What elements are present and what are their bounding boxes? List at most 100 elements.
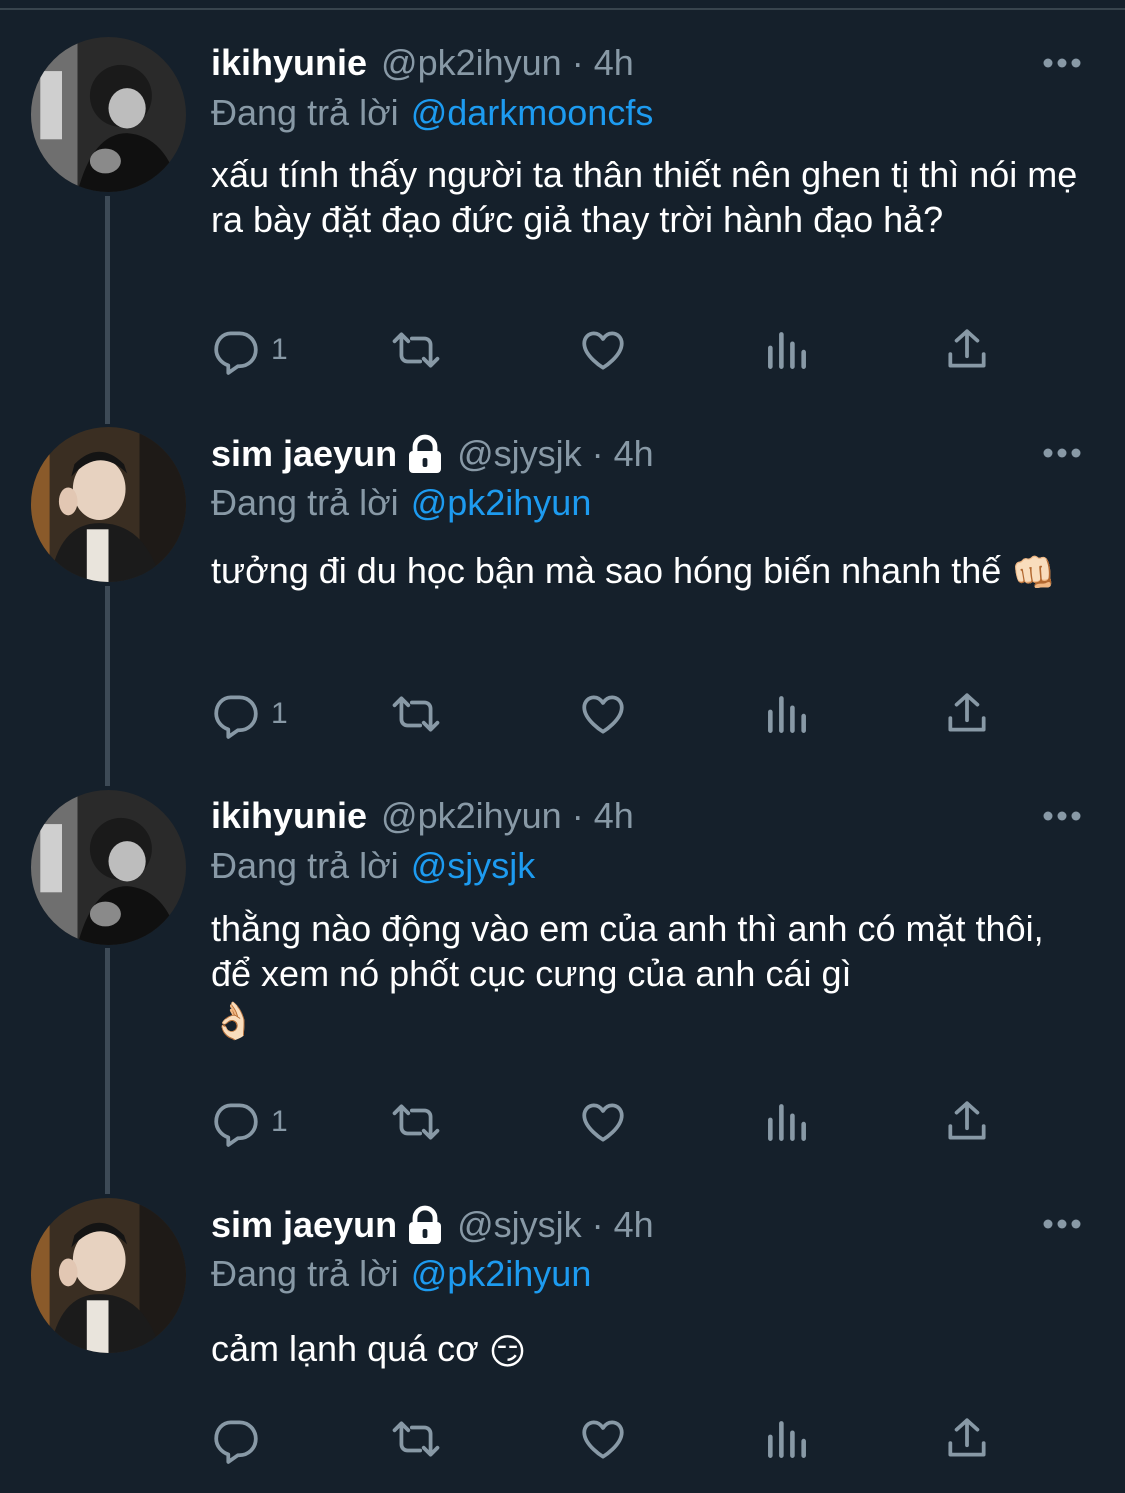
- top-divider: [0, 8, 1125, 10]
- views-button[interactable]: [762, 1411, 812, 1467]
- tweet-text: cảm lạnh quá cơ 😏: [211, 1326, 1091, 1374]
- tweet-text: xấu tính thấy người ta thân thiết nên gh…: [211, 152, 1091, 242]
- thread-connector: [105, 196, 110, 424]
- more-horizontal-icon[interactable]: [1042, 810, 1082, 822]
- tweet-text: thằng nào động vào em của anh thì anh có…: [211, 906, 1091, 1043]
- timestamp[interactable]: 4h: [614, 433, 654, 475]
- replying-to-mention[interactable]: @pk2ihyun: [411, 1253, 592, 1295]
- avatar[interactable]: [31, 427, 186, 582]
- handle[interactable]: @pk2ihyun: [381, 795, 562, 837]
- views-button[interactable]: [762, 1094, 812, 1150]
- replying-to-label: Đang trả lời: [211, 1253, 399, 1294]
- share-button[interactable]: [942, 686, 992, 742]
- replying-to-label: Đang trả lời: [211, 482, 399, 523]
- replying-to-label: Đang trả lời: [211, 845, 399, 886]
- tweet-actions: 1: [211, 322, 1011, 378]
- display-name[interactable]: ikihyunie: [211, 42, 367, 84]
- replying-to-mention[interactable]: @darkmooncfs: [411, 92, 654, 134]
- reply-icon: [214, 1103, 258, 1147]
- thread-connector: [105, 948, 110, 1194]
- ok-hand-emoji: 👌🏻: [211, 1000, 256, 1041]
- tweet-header: ikihyunie @pk2ihyun · 4h: [211, 38, 634, 88]
- timestamp[interactable]: 4h: [594, 42, 634, 84]
- replying-to-label: Đang trả lời: [211, 92, 399, 133]
- tweet-header: sim jaeyun @sjysjk · 4h: [211, 429, 654, 479]
- tweet-text-content: cảm lạnh quá cơ: [211, 1328, 479, 1369]
- share-button[interactable]: [942, 1094, 992, 1150]
- like-button[interactable]: [578, 686, 628, 742]
- retweet-button[interactable]: [391, 1094, 441, 1150]
- heart-icon: [582, 1420, 624, 1459]
- heart-icon: [582, 1103, 624, 1142]
- replying-to: Đang trả lời @pk2ihyun: [211, 479, 591, 527]
- avatar-photo-portrait: [31, 1198, 186, 1353]
- reply-button[interactable]: 1: [211, 686, 288, 742]
- handle[interactable]: @sjysjk: [457, 1204, 582, 1246]
- retweet-button[interactable]: [391, 322, 441, 378]
- retweet-button[interactable]: [391, 686, 441, 742]
- thread-screen: ikihyunie @pk2ihyun · 4h Đang trả lời @d…: [0, 0, 1125, 1493]
- avatar-photo-portrait: [31, 427, 186, 582]
- reply-icon: [214, 695, 258, 739]
- reply-button[interactable]: 1: [211, 322, 288, 378]
- views-button[interactable]: [762, 322, 812, 378]
- retweet-button[interactable]: [391, 1411, 441, 1467]
- avatar[interactable]: [31, 37, 186, 192]
- tweet-header: sim jaeyun @sjysjk · 4h: [211, 1200, 654, 1250]
- smirk-emoji: 😏: [488, 1330, 527, 1372]
- avatar-photo-dark: [31, 37, 186, 192]
- replying-to: Đang trả lời @darkmooncfs: [211, 89, 653, 137]
- share-button[interactable]: [942, 1411, 992, 1467]
- timestamp[interactable]: 4h: [594, 795, 634, 837]
- avatar[interactable]: [31, 790, 186, 945]
- tweet-text: tưởng đi du học bận mà sao hóng biến nha…: [211, 543, 1061, 601]
- reply-button[interactable]: [211, 1411, 271, 1467]
- separator-dot: ·: [591, 1204, 604, 1245]
- tweet-actions: 1: [211, 1094, 1011, 1150]
- lock-icon: [409, 434, 442, 473]
- analytics-icon: [768, 696, 806, 733]
- lock-icon: [409, 1205, 442, 1244]
- analytics-icon: [768, 1104, 806, 1141]
- more-horizontal-icon[interactable]: [1042, 447, 1082, 459]
- like-button[interactable]: [578, 322, 628, 378]
- display-name[interactable]: ikihyunie: [211, 795, 367, 837]
- reply-icon: [214, 331, 258, 375]
- like-button[interactable]: [578, 1411, 628, 1467]
- tweet-actions: [211, 1411, 1011, 1467]
- more-horizontal-icon[interactable]: [1042, 57, 1082, 69]
- replying-to-mention[interactable]: @pk2ihyun: [411, 482, 592, 524]
- share-button[interactable]: [942, 322, 992, 378]
- heart-icon: [582, 331, 624, 370]
- handle[interactable]: @pk2ihyun: [381, 42, 562, 84]
- avatar-photo-dark: [31, 790, 186, 945]
- like-button[interactable]: [578, 1094, 628, 1150]
- views-button[interactable]: [762, 686, 812, 742]
- separator-dot: ·: [571, 42, 584, 83]
- reply-count: 1: [271, 1105, 288, 1138]
- replying-to: Đang trả lời @sjysjk: [211, 842, 535, 890]
- reply-button[interactable]: 1: [211, 1094, 288, 1150]
- share-icon: [948, 1101, 986, 1140]
- handle[interactable]: @sjysjk: [457, 433, 582, 475]
- reply-count: 1: [271, 333, 288, 366]
- thread-connector: [105, 586, 110, 786]
- tweet-header: ikihyunie @pk2ihyun · 4h: [211, 791, 634, 841]
- tweet-actions: 1: [211, 686, 1011, 742]
- tweet-text-content: xấu tính thấy người ta thân thiết nên gh…: [211, 154, 1078, 240]
- display-name[interactable]: sim jaeyun: [211, 433, 397, 475]
- tweet-text-content: tưởng đi du học bận mà sao hóng biến nha…: [211, 550, 1002, 591]
- tweet-text-content: thằng nào động vào em của anh thì anh có…: [211, 908, 1044, 994]
- heart-icon: [582, 695, 624, 734]
- avatar[interactable]: [31, 1198, 186, 1353]
- more-horizontal-icon[interactable]: [1042, 1218, 1082, 1230]
- replying-to: Đang trả lời @pk2ihyun: [211, 1250, 591, 1298]
- timestamp[interactable]: 4h: [614, 1204, 654, 1246]
- share-icon: [948, 329, 986, 368]
- retweet-icon: [392, 1104, 440, 1140]
- display-name[interactable]: sim jaeyun: [211, 1204, 397, 1246]
- retweet-icon: [392, 696, 440, 732]
- retweet-icon: [392, 1421, 440, 1457]
- replying-to-mention[interactable]: @sjysjk: [411, 845, 536, 887]
- reply-count: 1: [271, 697, 288, 730]
